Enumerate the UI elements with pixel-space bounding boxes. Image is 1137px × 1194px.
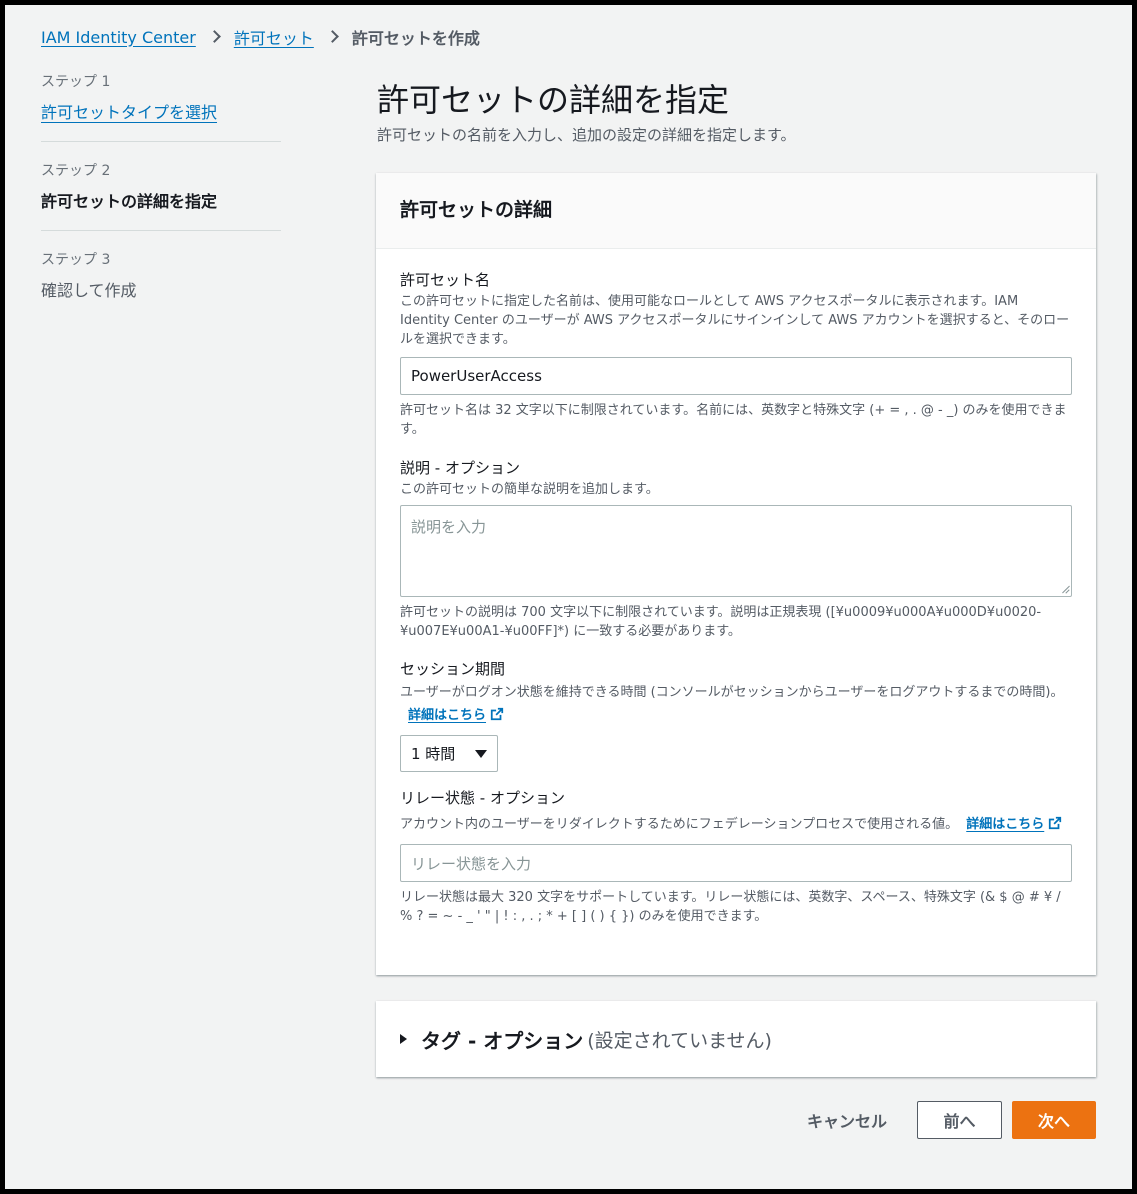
panel-header: 許可セットの詳細 <box>376 173 1096 249</box>
input-value: PowerUserAccess <box>411 367 542 385</box>
details-panel: 許可セットの詳細 許可セット名 この許可セットに指定した名前は、使用可能なロール… <box>376 173 1096 975</box>
caret-right-icon <box>400 1034 407 1044</box>
relay-description-text: アカウント内のユーザーをリダイレクトするためにフェデレーションプロセスで使用され… <box>400 817 959 832</box>
step-number: ステップ 1 <box>41 74 111 90</box>
tags-expandable-section[interactable]: タグ - オプション (設定されていません) <box>376 1001 1096 1077</box>
breadcrumb-permission-sets[interactable]: 許可セット <box>234 25 314 49</box>
textarea-placeholder: 説明を入力 <box>411 518 487 536</box>
description-field: 説明 - オプション この許可セットの簡単な説明を追加します。 説明を入力 許可… <box>400 457 1072 641</box>
page-description: 許可セットの名前を入力し、追加の設定の詳細を指定します。 <box>377 126 796 144</box>
session-description-text: ユーザーがログオン状態を維持できる時間 (コンソールがセッションからユーザーをロ… <box>400 685 1064 700</box>
step-3-label: 確認して作成 <box>41 281 137 300</box>
step-1-link[interactable]: 許可セットタイプを選択 <box>41 99 281 123</box>
session-duration-field: セッション期間 ユーザーがログオン状態を維持できる時間 (コンソールがセッション… <box>400 658 1072 772</box>
field-description: アカウント内のユーザーをリダイレクトするためにフェデレーションプロセスで使用され… <box>400 812 1072 838</box>
step-number: ステップ 2 <box>41 163 111 179</box>
field-label: 説明 - オプション <box>400 459 520 477</box>
breadcrumb: IAM Identity Center 許可セット 許可セットを作成 <box>41 25 480 49</box>
step-3: ステップ 3 確認して作成 <box>41 249 281 319</box>
relay-state-field: リレー状態 - オプション アカウント内のユーザーをリダイレクトするためにフェデ… <box>400 787 1072 926</box>
field-label: リレー状態 - オプション <box>400 789 565 807</box>
session-learn-more-link[interactable]: 詳細はこちら <box>408 707 504 723</box>
permission-set-name-field: 許可セット名 この許可セットに指定した名前は、使用可能なロールとして AWS ア… <box>400 269 1072 439</box>
permission-set-name-input[interactable]: PowerUserAccess <box>400 357 1072 395</box>
step-number: ステップ 3 <box>41 252 111 268</box>
breadcrumb-iam-identity-center[interactable]: IAM Identity Center <box>41 28 196 47</box>
select-value: 1 時間 <box>411 745 456 763</box>
wizard-actions: キャンセル 前へ 次へ <box>783 1101 1096 1139</box>
breadcrumb-current: 許可セットを作成 <box>351 29 480 48</box>
panel-title: 許可セットの詳細 <box>400 199 553 221</box>
previous-button[interactable]: 前へ <box>917 1101 1002 1139</box>
tags-status: (設定されていません) <box>587 1029 772 1052</box>
input-placeholder: リレー状態を入力 <box>411 854 532 873</box>
external-link-icon <box>490 707 504 721</box>
field-label: 許可セット名 <box>400 271 491 289</box>
cancel-button[interactable]: キャンセル <box>783 1101 911 1139</box>
step-2: ステップ 2 許可セットの詳細を指定 <box>41 160 281 231</box>
page-title: 許可セットの詳細を指定 <box>377 81 730 119</box>
chevron-right-icon <box>328 30 338 44</box>
field-label: セッション期間 <box>400 660 506 678</box>
page-frame: IAM Identity Center 許可セット 許可セットを作成 ステップ … <box>5 5 1132 1189</box>
wizard-steps: ステップ 1 許可セットタイプを選択 ステップ 2 許可セットの詳細を指定 ステ… <box>41 71 281 337</box>
next-button[interactable]: 次へ <box>1012 1101 1096 1139</box>
field-constraint: 許可セット名は 32 文字以下に制限されています。名前には、英数字と特殊文字 (… <box>400 403 1067 437</box>
step-1: ステップ 1 許可セットタイプを選択 <box>41 71 281 142</box>
relay-state-input[interactable]: リレー状態を入力 <box>400 844 1072 882</box>
tags-title: タグ - オプション <box>421 1028 584 1053</box>
field-description: この許可セットの簡単な説明を追加します。 <box>400 482 659 497</box>
field-constraint: 許可セットの説明は 700 文字以下に制限されています。説明は正規表現 ([¥u… <box>400 605 1042 639</box>
field-constraint: リレー状態は最大 320 文字をサポートしています。リレー状態には、英数字、スペ… <box>400 890 1061 924</box>
field-description: ユーザーがログオン状態を維持できる時間 (コンソールがセッションからユーザーをロ… <box>400 681 1072 727</box>
caret-down-icon <box>475 749 487 758</box>
external-link-icon <box>1049 816 1062 830</box>
relay-learn-more-link[interactable]: 詳細はこちら <box>966 816 1062 832</box>
field-description: この許可セットに指定した名前は、使用可能なロールとして AWS アクセスポータル… <box>400 294 1070 347</box>
chevron-right-icon <box>210 30 220 44</box>
step-2-label: 許可セットの詳細を指定 <box>41 192 218 211</box>
resize-grip-icon[interactable] <box>1059 584 1069 594</box>
session-duration-select[interactable]: 1 時間 <box>400 735 498 772</box>
description-textarea[interactable]: 説明を入力 <box>400 505 1072 597</box>
learn-more-label: 詳細はこちら <box>966 817 1045 832</box>
learn-more-label: 詳細はこちら <box>408 708 487 723</box>
